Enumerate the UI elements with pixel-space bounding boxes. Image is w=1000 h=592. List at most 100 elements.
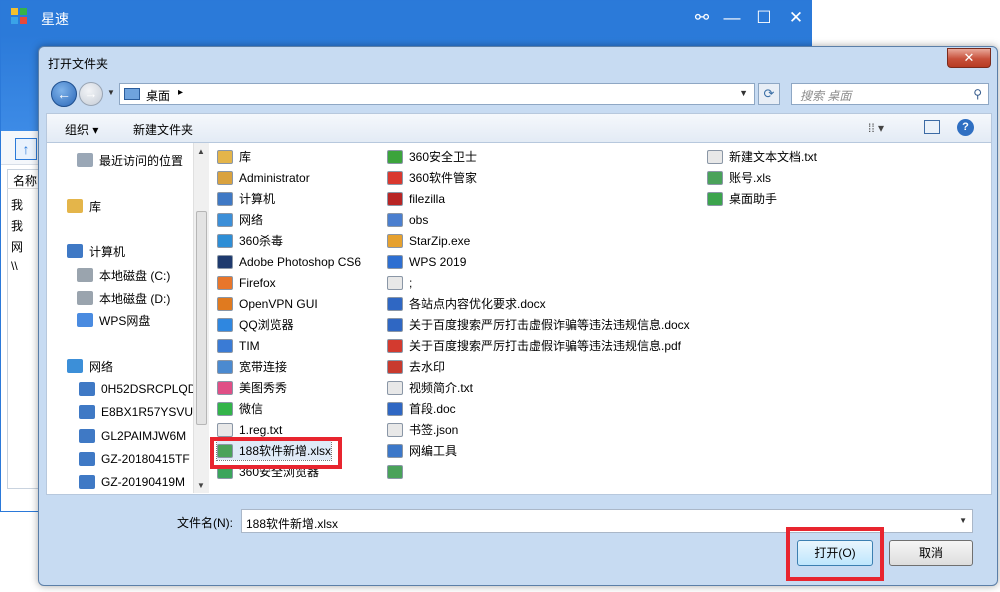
minimize-button[interactable]: — xyxy=(719,5,745,31)
nav-item[interactable]: 本地磁盘 (C:) xyxy=(77,266,170,284)
nav-item[interactable]: GZ-20190419M xyxy=(79,473,185,491)
scroll-up-icon[interactable]: ▲ xyxy=(197,147,205,156)
file-item-label: Firefox xyxy=(239,275,276,290)
nav-item[interactable]: 库 xyxy=(67,197,101,215)
drive-icon xyxy=(77,291,93,305)
file-item[interactable]: 桌面助手 xyxy=(707,189,777,208)
nav-item[interactable]: WPS网盘 xyxy=(77,311,150,329)
file-item[interactable]: 宽带连接 xyxy=(217,357,287,376)
search-input[interactable]: 搜索 桌面 ⚲ xyxy=(791,83,989,105)
nav-item[interactable]: 计算机 xyxy=(67,242,125,260)
background-list-item[interactable]: \\ xyxy=(11,259,18,273)
library-icon xyxy=(67,199,83,213)
file-item[interactable]: Firefox xyxy=(217,273,276,292)
breadcrumb-chevron-icon[interactable]: ▸ xyxy=(178,87,183,98)
upload-icon[interactable]: ↑ xyxy=(15,138,37,160)
search-icon[interactable]: ⚲ xyxy=(973,87,982,101)
broadband-icon xyxy=(217,359,233,374)
preview-pane-icon[interactable] xyxy=(924,120,940,134)
vpn-icon xyxy=(217,296,233,311)
background-list-item[interactable]: 我 xyxy=(11,217,23,234)
file-item[interactable]: TIM xyxy=(217,336,260,355)
file-item[interactable]: 计算机 xyxy=(217,189,275,208)
nav-item-label: GZ-20190419M xyxy=(101,475,186,489)
nav-item-label: 网络 xyxy=(89,359,114,374)
file-item[interactable]: 微信 xyxy=(217,399,263,418)
new-folder-button[interactable]: 新建文件夹 xyxy=(133,121,193,138)
drive-icon xyxy=(77,268,93,282)
file-item[interactable]: 账号.xls xyxy=(707,168,771,187)
360safe-icon xyxy=(387,149,403,164)
file-item[interactable]: 各站点内容优化要求.docx xyxy=(387,294,546,313)
forward-button[interactable]: → xyxy=(79,82,103,106)
nav-item-label: 库 xyxy=(89,199,102,214)
watermark-icon xyxy=(387,359,403,374)
file-item-label: 360安全卫士 xyxy=(409,150,478,164)
file-item[interactable]: 库 xyxy=(217,147,251,166)
share-icon[interactable]: ⚯ xyxy=(689,5,715,31)
maximize-button[interactable]: ☐ xyxy=(751,5,777,31)
nav-item-label: GZ-20180415TF xyxy=(101,452,190,466)
file-item[interactable]: Adobe Photoshop CS6 xyxy=(217,252,361,271)
dialog-close-button[interactable]: ✕ xyxy=(947,48,991,68)
docx-icon xyxy=(387,296,403,311)
recent-pages-dropdown[interactable]: ▼ xyxy=(107,88,115,97)
file-item[interactable]: 新建文本文档.txt xyxy=(707,147,817,166)
highlight-open-button xyxy=(786,527,884,581)
file-item-label: obs xyxy=(409,212,429,227)
background-list-item[interactable]: 我 xyxy=(11,196,23,213)
nav-item[interactable]: 0H52DSRCPLQD xyxy=(79,380,193,398)
background-list-item[interactable]: 网 xyxy=(11,238,23,255)
help-icon[interactable]: ? xyxy=(957,119,974,136)
file-item[interactable]: 网编工具 xyxy=(387,441,457,460)
file-item[interactable]: Administrator xyxy=(217,168,310,187)
file-item[interactable]: 360杀毒 xyxy=(217,231,283,250)
nav-item[interactable]: E8BX1R57YSVU xyxy=(79,403,193,421)
nav-item[interactable]: GZ-20180415TF xyxy=(79,450,190,468)
file-item[interactable]: 360软件管家 xyxy=(387,168,477,187)
filename-dropdown-icon[interactable]: ▼ xyxy=(959,516,967,525)
change-view-button[interactable]: ⁞⁞ ▾ xyxy=(868,121,884,135)
file-item[interactable]: 关于百度搜索严厉打击虚假诈骗等违法违规信息.pdf xyxy=(387,336,681,355)
file-item[interactable]: WPS 2019 xyxy=(387,252,466,271)
txt-icon xyxy=(217,422,233,437)
file-item[interactable]: 关于百度搜索严厉打击虚假诈骗等违法违规信息.docx xyxy=(387,315,690,334)
refresh-button[interactable]: ⟳ xyxy=(758,83,780,105)
shortcut-icon xyxy=(217,233,233,248)
file-item-label: 桌面助手 xyxy=(729,192,778,206)
file-item[interactable]: 书签.json xyxy=(387,420,458,439)
scroll-down-icon[interactable]: ▼ xyxy=(197,481,205,490)
address-dropdown-icon[interactable]: ▼ xyxy=(739,88,748,98)
scroll-thumb[interactable] xyxy=(196,211,207,425)
pc-icon xyxy=(79,475,95,489)
nav-item[interactable]: 本地磁盘 (D:) xyxy=(77,289,170,307)
address-crumb-desktop[interactable]: 桌面 xyxy=(146,87,170,104)
nav-item-label: WPS网盘 xyxy=(99,313,151,328)
file-item-label: 美图秀秀 xyxy=(239,381,288,395)
file-item[interactable]: 去水印 xyxy=(387,357,445,376)
nav-item[interactable]: 网络 xyxy=(67,357,113,375)
file-item[interactable]: 360安全卫士 xyxy=(387,147,477,166)
file-item[interactable]: StarZip.exe xyxy=(387,231,470,250)
address-bar[interactable]: 桌面 ▸ ▼ xyxy=(119,83,755,105)
file-item[interactable]: QQ浏览器 xyxy=(217,315,294,334)
background-titlebar: 星速 ⚯ — ☐ ✕ xyxy=(1,1,811,35)
file-item[interactable]: OpenVPN GUI xyxy=(217,294,318,313)
nav-item[interactable]: 最近访问的位置 xyxy=(77,151,183,169)
file-item[interactable]: 美图秀秀 xyxy=(217,378,287,397)
file-item[interactable]: obs xyxy=(387,210,428,229)
organize-menu[interactable]: 组织 ▾ xyxy=(65,121,98,138)
file-item[interactable]: 网络 xyxy=(217,210,263,229)
file-item[interactable]: filezilla xyxy=(387,189,445,208)
cancel-button[interactable]: 取消 xyxy=(889,540,973,566)
file-item[interactable] xyxy=(387,462,409,481)
filename-value[interactable]: 188软件新增.xlsx xyxy=(246,515,338,532)
back-button[interactable]: ← xyxy=(51,81,77,107)
txt-icon xyxy=(387,380,403,395)
close-button[interactable]: ✕ xyxy=(783,5,809,31)
file-item[interactable]: ; xyxy=(387,273,412,292)
navigation-scrollbar[interactable]: ▲ ▼ xyxy=(193,143,209,493)
file-item[interactable]: 视频简介.txt xyxy=(387,378,473,397)
file-item[interactable]: 首段.doc xyxy=(387,399,456,418)
nav-item[interactable]: GL2PAIMJW6M xyxy=(79,427,186,445)
